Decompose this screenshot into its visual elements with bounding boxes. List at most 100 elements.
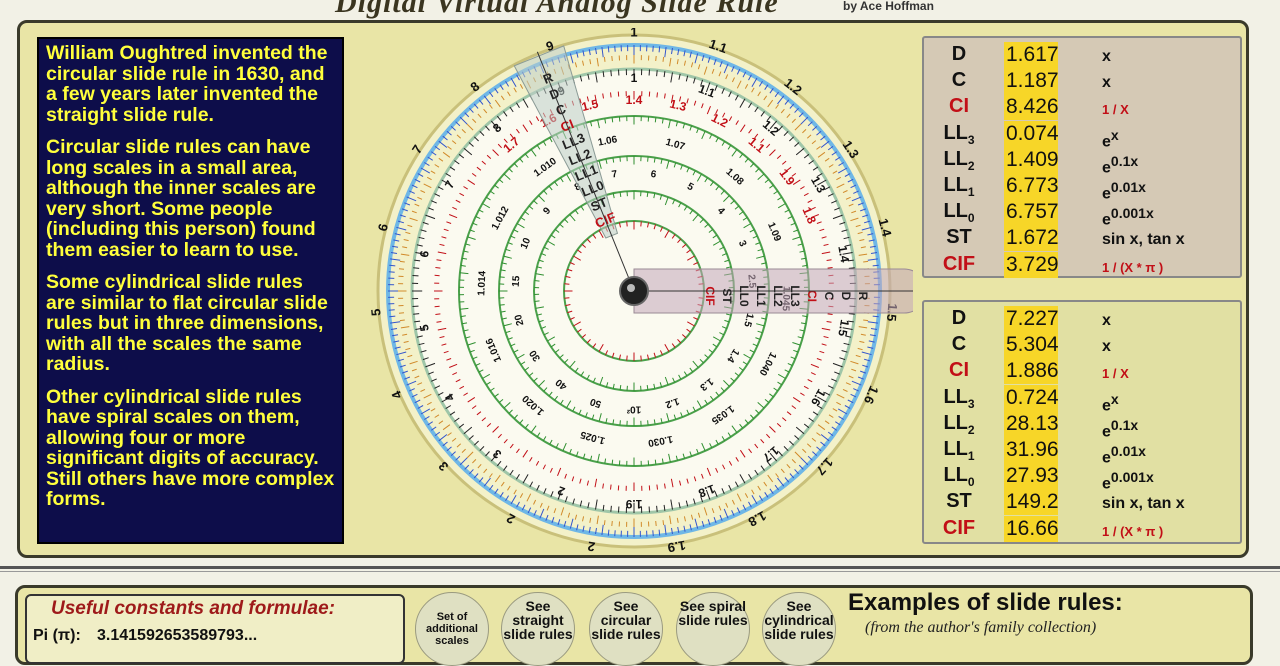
story-paragraph: Some cylindrical slide rules are similar… [46,271,328,375]
scale-name: LL0 [943,464,975,490]
cursor-scale-label: D [839,292,853,301]
scale-formula: x [1102,48,1111,65]
scale-name: D [951,307,967,329]
readout-row-cif: CIF 16.66 1 / (X * π ) [924,515,1240,542]
scale-formula: sin x, tan x [1102,231,1185,249]
d-scale-label: 1 [630,28,637,39]
scale-value: 149.2 [1004,489,1059,516]
straight-slide-rules-button[interactable]: See straight slide rules [501,592,575,666]
scale-name: ST [946,490,972,513]
cursor-scale-label: LL0 [737,285,751,307]
scale-value: 3.729 [1004,251,1059,278]
divider [0,566,1280,569]
ll3-scale-label: 10² [626,403,641,414]
readout-row-c: C 5.304 x [924,332,1240,359]
examples-title: Examples of slide rules: [848,589,1123,616]
readout-panel-cursor-2: D 7.227 x C 5.304 x CI 1.886 1 / X LL3 0.724 ex LL2 2… [922,300,1242,544]
scale-value: 6.773 [1004,173,1059,199]
readout-row-d: D 1.617 x [924,42,1240,68]
readout-row-st: ST 149.2 sin x, tan x [924,489,1240,516]
readout-row-c: C 1.187 x [924,68,1240,95]
scale-value: 31.96 [1004,437,1059,463]
cursor-scale-label: LL1 [754,285,768,307]
readout-row-ll3: LL3 0.074 ex [924,120,1240,150]
byline: by Ace Hoffman [843,0,934,13]
scale-value: 1.672 [1004,225,1059,252]
readout-row-ci: CI 1.886 1 / X [924,358,1240,385]
scale-name: LL0 [943,200,975,226]
divider [0,571,1280,572]
story-paragraph: Circular slide rules can have long scale… [46,136,316,261]
scale-value: 27.93 [1004,463,1059,490]
pi-label: Pi (π): [33,627,81,644]
scale-name: CI [949,95,969,118]
scale-formula: x [1102,74,1111,92]
scale-name: LL1 [943,174,975,199]
scale-name: LL1 [943,438,975,463]
circular-slide-rule-graphic[interactable]: 11.11.21.31.41.51.61.71.81.922345678911.… [368,24,927,555]
scale-name: ST [946,226,972,249]
circular-slide-rules-button[interactable]: See circular slide rules [589,592,663,666]
readout-row-cif: CIF 3.729 1 / (X * π ) [924,251,1240,278]
pi-value: 3.141592653589793... [97,627,258,644]
center-pivot-highlight [627,284,635,292]
scale-value: 1.187 [1004,68,1059,95]
d-scale-label: 5 [368,308,384,316]
scale-value: 6.757 [1004,199,1059,226]
additional-scales-button[interactable]: Set of additional scales [415,592,489,666]
ll3-scale-label: 15 [511,275,523,287]
cursor-scale-label: LL3 [788,285,802,307]
scale-name: LL2 [943,411,975,437]
spiral-slide-rules-button[interactable]: See spiral slide rules [676,592,750,666]
scale-value: 0.074 [1004,120,1059,147]
readout-panel-cursor: D 1.617 x C 1.187 x CI 8.426 1 / X LL3 0.074 ex LL2 1… [922,36,1242,278]
scale-formula: 1 / (X * π ) [1102,259,1164,275]
story-paragraph: William Oughtred invented the circular s… [46,42,328,126]
scale-formula: x [1102,312,1111,329]
ll-scale-label: 1.014 [476,270,488,296]
readout-row-ll3: LL3 0.724 ex [924,384,1240,414]
circular-slide-rule[interactable]: 11.11.21.31.41.51.61.71.81.922345678911.… [368,24,927,555]
c-scale-label: 1.9 [625,497,642,511]
readout-row-ll0: LL0 27.93 e0.001x [924,463,1240,493]
cylindrical-slide-rules-button[interactable]: See cylindrical slide rules [762,592,836,666]
cursor-scale-label: R [856,292,870,301]
cursor-scale-label: LL2 [771,285,785,307]
scale-formula: 1 / (X * π ) [1102,523,1164,539]
readout-row-ci: CI 8.426 1 / X [924,94,1240,121]
readout-row-ll0: LL0 6.757 e0.001x [924,199,1240,229]
scale-formula: x [1102,338,1111,356]
readout-row-st: ST 1.672 sin x, tan x [924,225,1240,252]
ci-scale-label: 1.4 [626,93,643,107]
scale-name: CIF [942,252,976,275]
c-scale-label: 1 [631,71,638,85]
constants-title: Useful constants and formulae: [51,598,335,619]
scale-name: LL2 [943,147,975,173]
readout-row-ll2: LL2 28.13 e0.1x [924,410,1240,440]
scale-value: 1.409 [1004,146,1059,173]
readout-row-ll1: LL1 6.773 e0.01x [924,173,1240,202]
readout-row-d: D 7.227 x [924,306,1240,332]
cursor-scale-label: CIF [703,286,717,305]
readout-row-ll1: LL1 31.96 e0.01x [924,437,1240,466]
examples-subtitle: (from the author's family collection) [865,619,1097,636]
scale-name: C [951,69,967,92]
scale-name: CI [949,359,969,382]
scale-name: LL3 [943,121,975,147]
page-title: Digital Virtual Analog Slide Rule [335,0,779,19]
scale-value: 0.724 [1004,384,1059,411]
scale-formula: 1 / X [1102,102,1129,118]
scale-value: 16.66 [1004,515,1059,542]
scale-value: 28.13 [1004,410,1059,437]
scale-value: 1.617 [1004,42,1059,68]
scale-name: D [951,43,967,65]
c-scale-label: 1.5 [835,319,852,338]
scale-value: 5.304 [1004,332,1059,359]
cursor-scale-label: C [822,292,836,301]
scale-name: LL3 [943,385,975,411]
scale-value: 1.886 [1004,358,1059,385]
scale-value: 8.426 [1004,94,1059,121]
scale-formula: 1 / X [1102,366,1129,382]
scale-name: C [951,333,967,356]
history-text-box: William Oughtred invented the circular s… [37,37,344,544]
